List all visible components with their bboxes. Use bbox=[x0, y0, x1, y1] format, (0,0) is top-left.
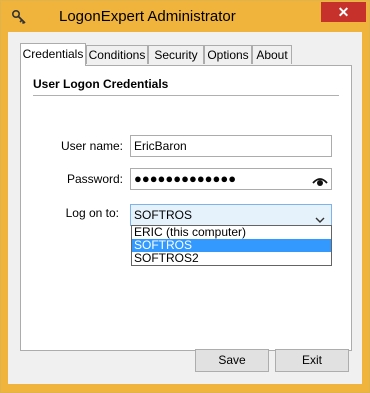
credentials-panel: User Logon Credentials User name: EricBa… bbox=[20, 65, 352, 351]
logon-select[interactable]: SOFTROS bbox=[130, 204, 332, 226]
title-bar[interactable]: LogonExpert Administrator ✕ bbox=[1, 1, 369, 32]
tab-conditions[interactable]: Conditions bbox=[86, 45, 148, 64]
password-value: ●●●●●●●●●●●●● bbox=[134, 171, 237, 186]
logon-label: Log on to: bbox=[65, 206, 119, 220]
username-field[interactable]: EricBaron bbox=[130, 135, 332, 157]
logon-selected-value: SOFTROS bbox=[134, 208, 193, 222]
section-title: User Logon Credentials bbox=[33, 77, 169, 91]
username-value: EricBaron bbox=[134, 139, 187, 153]
app-window: LogonExpert Administrator ✕ Credentials … bbox=[0, 0, 370, 393]
show-password-icon[interactable] bbox=[312, 173, 328, 186]
password-label: Password: bbox=[66, 172, 123, 186]
tab-credentials[interactable]: Credentials bbox=[20, 43, 86, 66]
username-label: User name: bbox=[60, 139, 123, 153]
exit-button[interactable]: Exit bbox=[275, 349, 349, 372]
close-icon: ✕ bbox=[337, 4, 350, 20]
password-field[interactable]: ●●●●●●●●●●●●● bbox=[130, 168, 332, 190]
dropdown-option-softros2[interactable]: SOFTROS2 bbox=[132, 252, 331, 265]
window-title: LogonExpert Administrator bbox=[59, 8, 236, 25]
logon-dropdown-list: ERIC (this computer) SOFTROS SOFTROS2 bbox=[131, 225, 332, 266]
tab-options[interactable]: Options bbox=[204, 45, 252, 64]
save-button[interactable]: Save bbox=[195, 349, 269, 372]
client-area: Credentials Conditions Security Options … bbox=[8, 32, 362, 384]
close-button[interactable]: ✕ bbox=[321, 2, 366, 22]
tab-about[interactable]: About bbox=[252, 45, 292, 64]
chevron-down-icon bbox=[315, 210, 325, 223]
key-icon bbox=[11, 9, 27, 25]
tab-security[interactable]: Security bbox=[148, 45, 204, 64]
section-divider bbox=[33, 95, 339, 96]
